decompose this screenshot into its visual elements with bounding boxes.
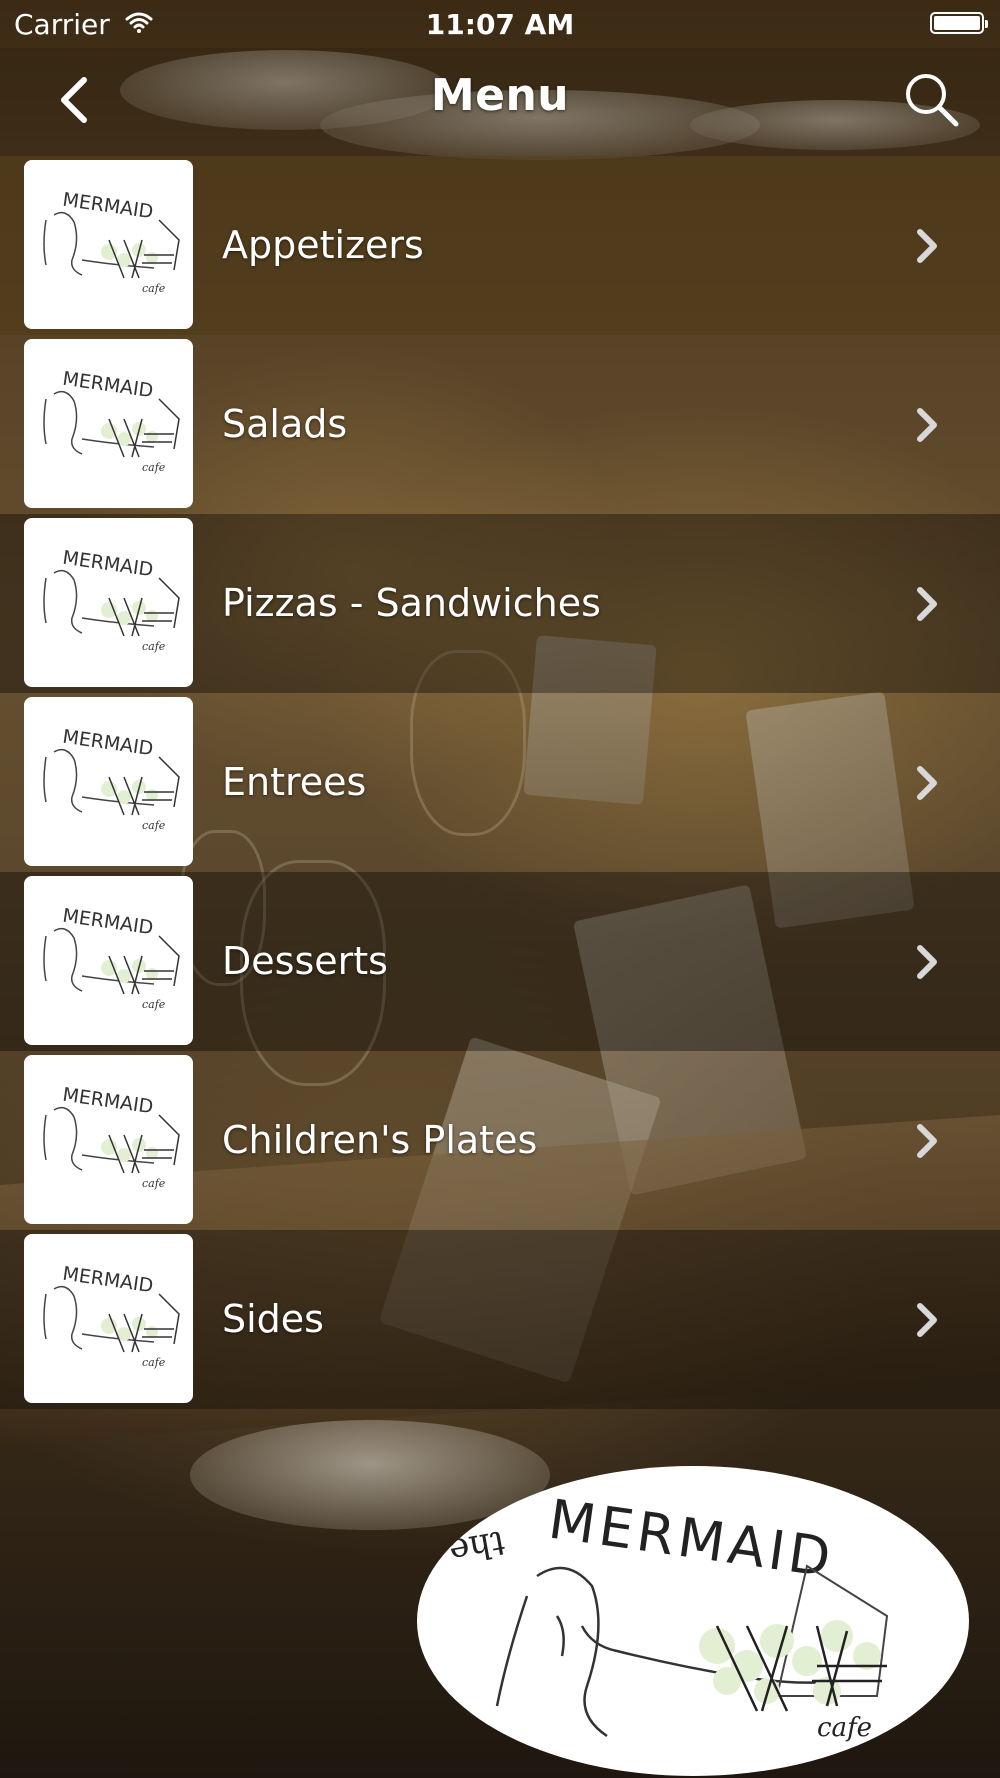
svg-text:cafe: cafe — [142, 1177, 166, 1190]
menu-item-thumbnail: MERMAID cafe — [24, 339, 193, 508]
svg-text:cafe: cafe — [142, 282, 166, 295]
status-time: 11:07 AM — [425, 8, 575, 41]
battery-fill — [934, 16, 980, 30]
menu-item-label: Pizzas - Sandwiches — [222, 581, 601, 625]
menu-row[interactable]: MERMAID cafe Desserts — [0, 872, 1000, 1051]
logo-text-mermaid: MERMAID — [545, 1487, 838, 1589]
menu-item-thumbnail: MERMAID cafe — [24, 1234, 193, 1403]
menu-item-thumbnail: MERMAID cafe — [24, 518, 193, 687]
svg-text:MERMAID: MERMAID — [61, 1084, 154, 1118]
menu-item-thumbnail: MERMAID cafe — [24, 697, 193, 866]
logo-text-cafe: cafe — [817, 1713, 872, 1743]
menu-row[interactable]: MERMAID cafe Salads — [0, 335, 1000, 514]
menu-item-label: Children's Plates — [222, 1118, 538, 1162]
logo-artwork: the MERMAID cafe — [446, 1487, 889, 1743]
menu-row[interactable]: MERMAID cafe Pizzas - Sandwiches — [0, 514, 1000, 693]
chevron-right-icon — [917, 408, 937, 442]
svg-text:cafe: cafe — [142, 998, 166, 1011]
menu-item-thumbnail: MERMAID cafe — [24, 876, 193, 1045]
chevron-right-icon — [917, 945, 937, 979]
menu-item-thumbnail: MERMAID cafe — [24, 1055, 193, 1224]
svg-text:cafe: cafe — [142, 640, 166, 653]
menu-row[interactable]: MERMAID cafe Children's Plates — [0, 1051, 1000, 1230]
page-title: Menu — [430, 70, 570, 121]
chevron-right-icon — [917, 229, 937, 263]
svg-text:MERMAID: MERMAID — [61, 905, 154, 939]
menu-item-label: Entrees — [222, 760, 367, 804]
battery-icon — [930, 12, 988, 34]
svg-text:MERMAID: MERMAID — [61, 189, 154, 223]
menu-list: MERMAID cafe Appetizers MERMAID cafe Salads ME… — [0, 156, 1000, 1409]
search-button[interactable] — [900, 68, 962, 130]
chevron-right-icon — [917, 766, 937, 800]
menu-row[interactable]: MERMAID cafe Appetizers — [0, 156, 1000, 335]
menu-item-label: Desserts — [222, 939, 388, 983]
svg-text:MERMAID: MERMAID — [61, 368, 154, 402]
search-icon — [906, 74, 959, 127]
chevron-right-icon — [917, 1303, 937, 1337]
svg-text:cafe: cafe — [142, 819, 166, 832]
menu-item-label: Appetizers — [222, 223, 424, 267]
mermaid-cafe-logo: the MERMAID cafe — [417, 1466, 969, 1776]
svg-text:MERMAID: MERMAID — [61, 547, 154, 581]
status-bar: Carrier 11:07 AM — [0, 0, 1000, 48]
svg-text:cafe: cafe — [142, 461, 166, 474]
menu-row[interactable]: MERMAID cafe Sides — [0, 1230, 1000, 1409]
navigation-bar: Menu — [0, 48, 1000, 156]
chevron-right-icon — [917, 587, 937, 621]
svg-text:MERMAID: MERMAID — [61, 726, 154, 760]
chevron-right-icon — [917, 1124, 937, 1158]
menu-item-label: Salads — [222, 402, 348, 446]
svg-text:cafe: cafe — [142, 1356, 166, 1369]
menu-item-label: Sides — [222, 1297, 324, 1341]
menu-row[interactable]: MERMAID cafe Entrees — [0, 693, 1000, 872]
menu-item-thumbnail: MERMAID cafe — [24, 160, 193, 329]
svg-text:MERMAID: MERMAID — [61, 1263, 154, 1297]
